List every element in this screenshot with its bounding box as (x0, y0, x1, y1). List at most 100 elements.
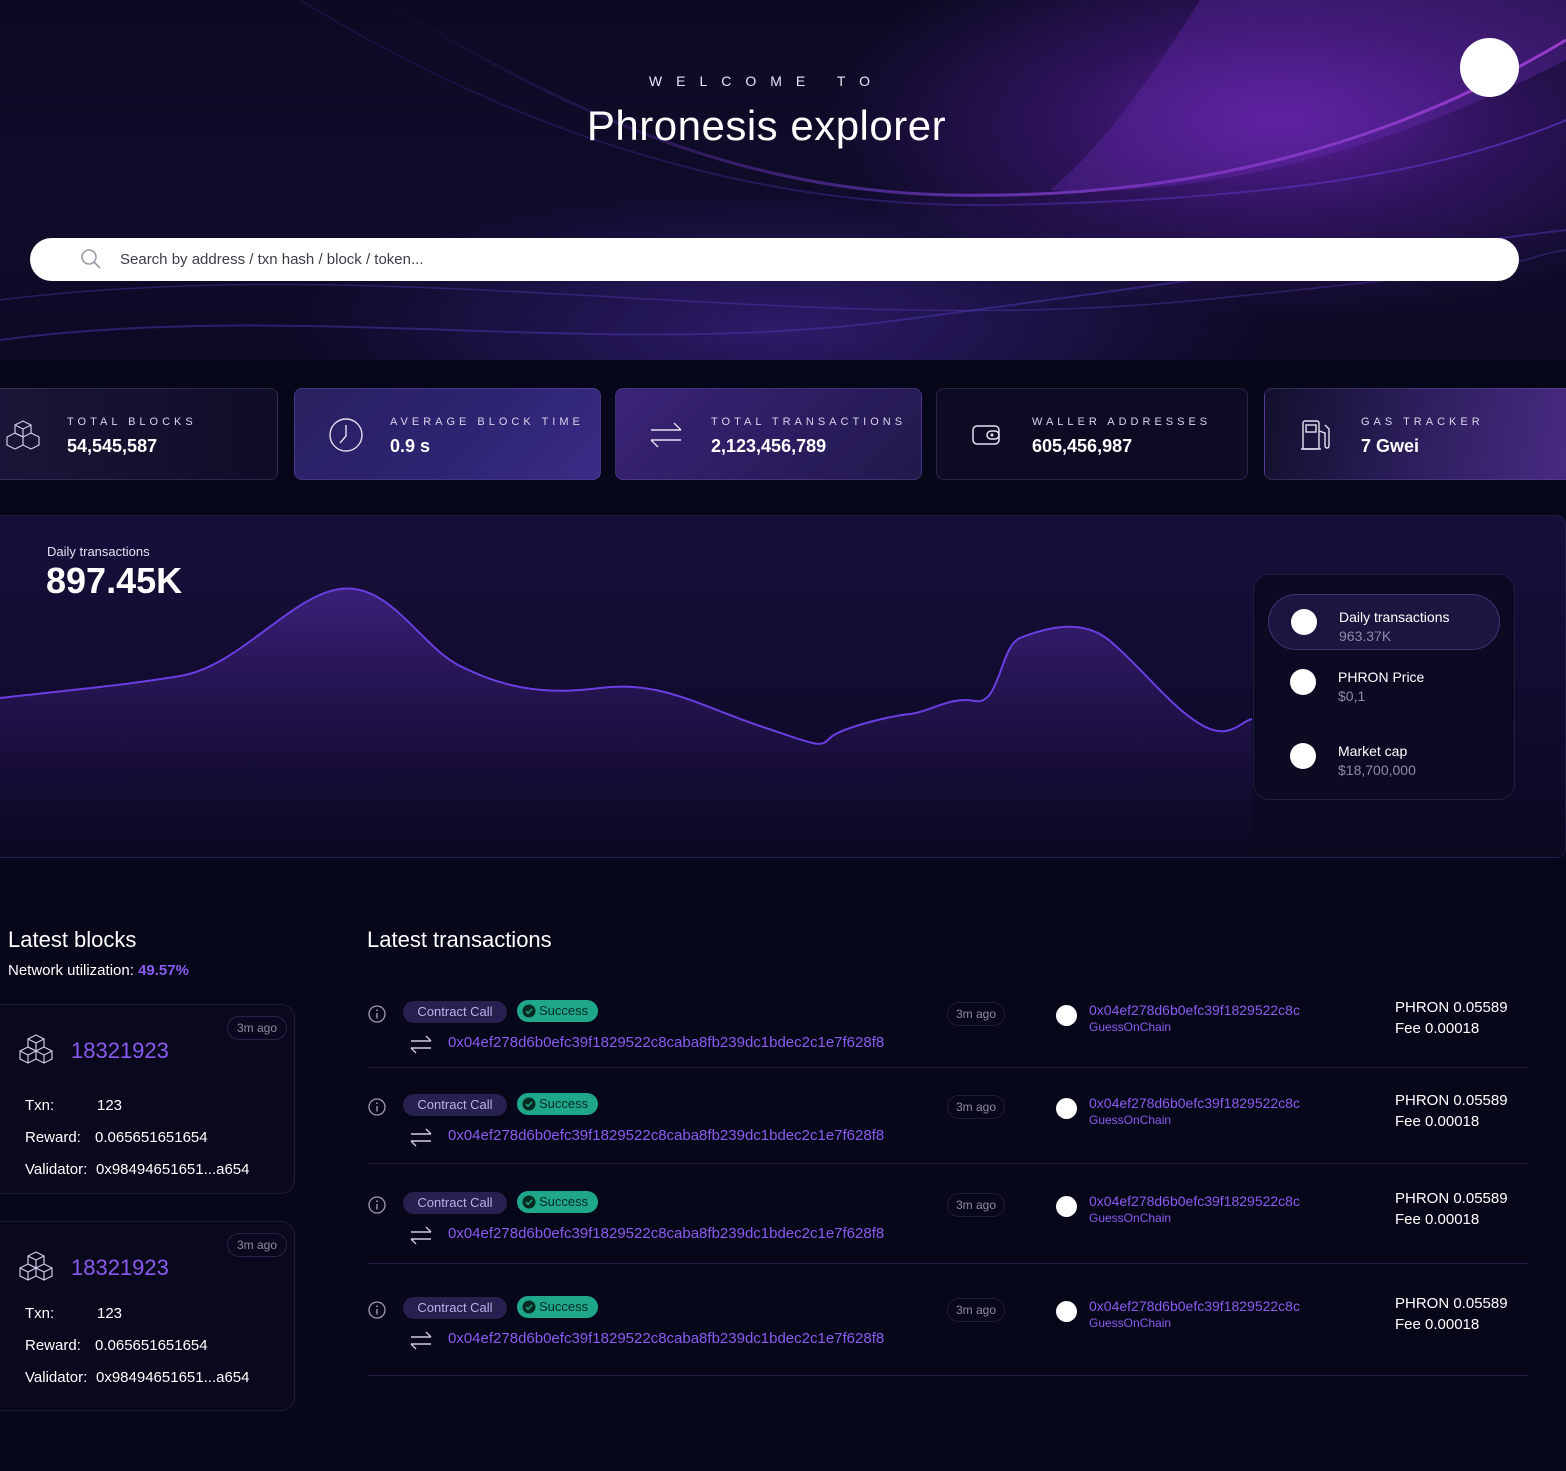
from-address-name[interactable]: GuessOnChain (1089, 1020, 1171, 1034)
latest-blocks-title: Latest blocks (8, 927, 137, 952)
transaction-type-badge: Contract Call (403, 1094, 507, 1116)
address-avatar (1056, 1098, 1077, 1119)
legend-value: $18,700,000 (1338, 762, 1416, 778)
info-icon[interactable] (367, 1097, 387, 1117)
status-text: Success (539, 1299, 589, 1314)
from-address-link[interactable]: 0x04ef278d6b0efc39f1829522c8c (1089, 1002, 1300, 1018)
from-address-name[interactable]: GuessOnChain (1089, 1316, 1171, 1330)
transaction-type-badge: Contract Call (403, 1297, 507, 1319)
legend-item-daily-transactions[interactable]: Daily transactions 963.37K (1268, 594, 1500, 650)
transaction-time-ago: 3m ago (947, 1002, 1005, 1026)
search-icon (81, 249, 101, 269)
from-address-name[interactable]: GuessOnChain (1089, 1211, 1171, 1225)
transaction-fee: Fee 0.00018 (1395, 1113, 1480, 1130)
info-icon[interactable] (367, 1004, 387, 1024)
stat-label: TOTAL BLOCKS (67, 416, 197, 428)
block-txn-label: Txn: (25, 1097, 55, 1114)
block-txn-value: 123 (97, 1305, 123, 1322)
from-address-name[interactable]: GuessOnChain (1089, 1113, 1171, 1127)
transaction-amount: PHRON 0.05589 (1395, 1295, 1508, 1312)
stat-value: 7 Gwei (1361, 436, 1420, 456)
transaction-fee: Fee 0.00018 (1395, 1316, 1480, 1333)
transfer-arrows-icon (650, 422, 682, 448)
stat-wallet-addresses: WALLER ADDRESSES 605,456,987 (936, 388, 1248, 480)
stat-average-block-time: AVERAGE BLOCK TIME 0.9 s (294, 388, 601, 480)
transaction-time-ago: 3m ago (947, 1298, 1005, 1322)
block-time-ago: 3m ago (227, 1016, 287, 1040)
stat-value: 54,545,587 (67, 436, 158, 456)
legend-item-phron-price[interactable]: PHRON Price $0,1 (1268, 655, 1500, 711)
chart-label: Daily transactions (47, 544, 150, 559)
transaction-fee: Fee 0.00018 (1395, 1020, 1480, 1037)
stat-label: WALLER ADDRESSES (1032, 416, 1212, 428)
block-reward-label: Reward: (25, 1129, 81, 1146)
transaction-fee: Fee 0.00018 (1395, 1211, 1480, 1228)
block-validator-label: Validator: (25, 1161, 88, 1178)
transaction-amount: PHRON 0.05589 (1395, 1190, 1508, 1207)
block-card[interactable]: 18321923 3m ago Txn: 123 Reward: 0.06565… (0, 1221, 295, 1411)
stat-value: 0.9 s (390, 436, 431, 456)
status-badge: Success (517, 1093, 598, 1115)
network-utilization-value: 49.57% (138, 962, 189, 979)
transfer-arrows-icon (410, 1128, 432, 1147)
block-card[interactable]: 18321923 3m ago Txn: 123 Reward: 0.06565… (0, 1004, 295, 1194)
transaction-hash-link[interactable]: 0x04ef278d6b0efc39f1829522c8caba8fb239dc… (448, 1034, 884, 1051)
legend-value: $0,1 (1338, 688, 1366, 704)
from-address-link[interactable]: 0x04ef278d6b0efc39f1829522c8c (1089, 1193, 1300, 1209)
legend-item-market-cap[interactable]: Market cap $18,700,000 (1268, 729, 1500, 785)
avatar[interactable] (1460, 38, 1519, 97)
search-input[interactable] (120, 238, 1500, 281)
transaction-hash-link[interactable]: 0x04ef278d6b0efc39f1829522c8caba8fb239dc… (448, 1330, 884, 1347)
block-reward-value: 0.065651651654 (95, 1337, 208, 1354)
transfer-arrows-icon (410, 1226, 432, 1245)
block-number-link[interactable]: 18321923 (71, 1038, 169, 1064)
block-reward-label: Reward: (25, 1337, 81, 1354)
transaction-row[interactable]: Contract Call Success 0x04ef278d6b0efc39… (367, 1294, 1528, 1376)
from-address-link[interactable]: 0x04ef278d6b0efc39f1829522c8c (1089, 1095, 1300, 1111)
transaction-time-ago: 3m ago (947, 1193, 1005, 1217)
clock-icon (329, 418, 363, 452)
stat-value: 2,123,456,789 (711, 436, 827, 456)
blocks-icon (19, 1034, 53, 1064)
blocks-icon (19, 1251, 53, 1281)
info-icon[interactable] (367, 1195, 387, 1215)
legend-name: PHRON Price (1338, 669, 1425, 685)
transaction-row[interactable]: Contract Call Success 0x04ef278d6b0efc39… (367, 1091, 1528, 1164)
latest-transactions-title: Latest transactions (367, 927, 552, 952)
stat-gas-tracker: GAS TRACKER 7 Gwei (1264, 388, 1566, 480)
check-circle-icon (522, 1097, 536, 1111)
transfer-arrows-icon (410, 1331, 432, 1350)
stat-value: 605,456,987 (1032, 436, 1133, 456)
check-circle-icon (522, 1300, 536, 1314)
hero-waves-decoration (0, 0, 1566, 341)
transaction-type-badge: Contract Call (403, 1192, 507, 1214)
transaction-hash-link[interactable]: 0x04ef278d6b0efc39f1829522c8caba8fb239dc… (448, 1127, 884, 1144)
transaction-row[interactable]: Contract Call Success 0x04ef278d6b0efc39… (367, 998, 1528, 1068)
transaction-type-badge: Contract Call (403, 1001, 507, 1023)
daily-transactions-chart-panel: Daily transactions 897.45K Daily transac… (0, 515, 1566, 858)
legend-dot (1291, 609, 1317, 635)
network-utilization-label: Network utilization: (8, 962, 139, 979)
from-address-link[interactable]: 0x04ef278d6b0efc39f1829522c8c (1089, 1298, 1300, 1314)
block-validator-link[interactable]: 0x98494651651...a654 (96, 1161, 249, 1178)
transaction-hash-link[interactable]: 0x04ef278d6b0efc39f1829522c8caba8fb239dc… (448, 1225, 884, 1242)
block-validator-link[interactable]: 0x98494651651...a654 (96, 1369, 249, 1386)
status-badge: Success (517, 1191, 598, 1213)
block-number-link[interactable]: 18321923 (71, 1255, 169, 1281)
search-bar[interactable] (30, 238, 1519, 281)
transaction-row[interactable]: Contract Call Success 0x04ef278d6b0efc39… (367, 1189, 1528, 1264)
check-circle-icon (522, 1195, 536, 1209)
stat-total-blocks: TOTAL BLOCKS 54,545,587 (0, 388, 278, 480)
info-icon[interactable] (367, 1300, 387, 1320)
status-text: Success (539, 1003, 589, 1018)
legend-name: Market cap (1338, 743, 1408, 759)
status-badge: Success (517, 1296, 598, 1318)
network-utilization: Network utilization: 49.57% (8, 962, 189, 979)
status-badge: Success (517, 1000, 598, 1022)
hero-banner: WELCOME TO Phronesis explorer (0, 0, 1566, 360)
chart-area-fill (0, 588, 1252, 857)
stat-label: AVERAGE BLOCK TIME (390, 416, 584, 428)
transaction-amount: PHRON 0.05589 (1395, 1092, 1508, 1109)
chart-value: 897.45K (46, 560, 183, 601)
status-text: Success (539, 1194, 589, 1209)
